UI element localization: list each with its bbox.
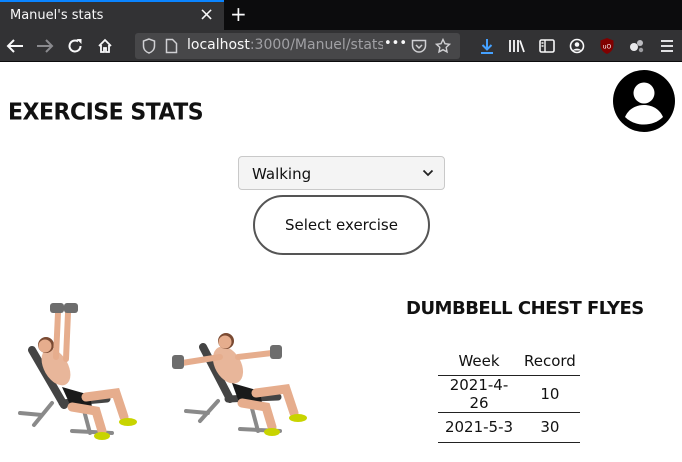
- column-header-record: Record: [520, 347, 580, 376]
- tab-strip: Manuel's stats × +: [0, 0, 682, 30]
- back-icon[interactable]: [3, 34, 27, 58]
- pocket-icon[interactable]: [411, 38, 427, 54]
- forward-icon[interactable]: [33, 34, 57, 58]
- page-title: EXERCISE STATS: [8, 99, 204, 126]
- exercise-image-end: [172, 333, 307, 436]
- reload-icon[interactable]: [63, 34, 87, 58]
- sidebar-icon[interactable]: [538, 37, 556, 55]
- library-icon[interactable]: [508, 37, 526, 55]
- stats-table: Week Record 2021-4-26 10 2021-5-3 30: [438, 347, 580, 443]
- tab-active[interactable]: Manuel's stats ×: [0, 0, 224, 30]
- exercise-image-start: [18, 303, 137, 440]
- new-tab-icon[interactable]: +: [230, 2, 247, 26]
- menu-icon[interactable]: [658, 37, 676, 55]
- download-icon[interactable]: [478, 37, 496, 55]
- url-bar[interactable]: localhost:3000/Manuel/stats •••: [135, 33, 460, 59]
- exercise-select[interactable]: Walking: [238, 156, 445, 190]
- page-content: EXERCISE STATS Walking Select exercise D…: [0, 62, 682, 462]
- url-host: localhost: [187, 37, 250, 53]
- ublock-icon[interactable]: uO: [598, 37, 616, 55]
- home-icon[interactable]: [93, 34, 117, 58]
- page-actions-icon[interactable]: •••: [384, 36, 407, 51]
- cell-record: 10: [520, 375, 580, 413]
- tab-close-icon[interactable]: ×: [199, 5, 214, 25]
- exercise-select-value: Walking: [252, 165, 312, 183]
- account-icon[interactable]: [568, 37, 586, 55]
- avatar-icon[interactable]: [613, 70, 675, 132]
- select-exercise-button[interactable]: Select exercise: [253, 195, 430, 255]
- url-text[interactable]: localhost:3000/Manuel/stats: [187, 37, 383, 53]
- svg-text:uO: uO: [603, 44, 612, 51]
- url-path: :3000/Manuel/stats: [249, 37, 383, 53]
- page-icon[interactable]: [163, 38, 179, 54]
- cell-record: 30: [520, 412, 580, 443]
- cell-week: 2021-5-3: [438, 412, 520, 443]
- cell-week: 2021-4-26: [438, 375, 520, 413]
- table-row: 2021-5-3 30: [438, 412, 580, 443]
- extension-icon[interactable]: [628, 37, 646, 55]
- navigation-toolbar: localhost:3000/Manuel/stats ••• uO: [0, 30, 682, 62]
- bookmark-star-icon[interactable]: [435, 38, 451, 54]
- shield-icon[interactable]: [141, 38, 157, 54]
- column-header-week: Week: [438, 347, 520, 376]
- table-row: 2021-4-26 10: [438, 375, 580, 413]
- exercise-name: DUMBBELL CHEST FLYES: [406, 298, 644, 319]
- tab-title: Manuel's stats: [10, 8, 104, 23]
- table-header-row: Week Record: [438, 347, 580, 376]
- chevron-down-icon: [422, 169, 434, 177]
